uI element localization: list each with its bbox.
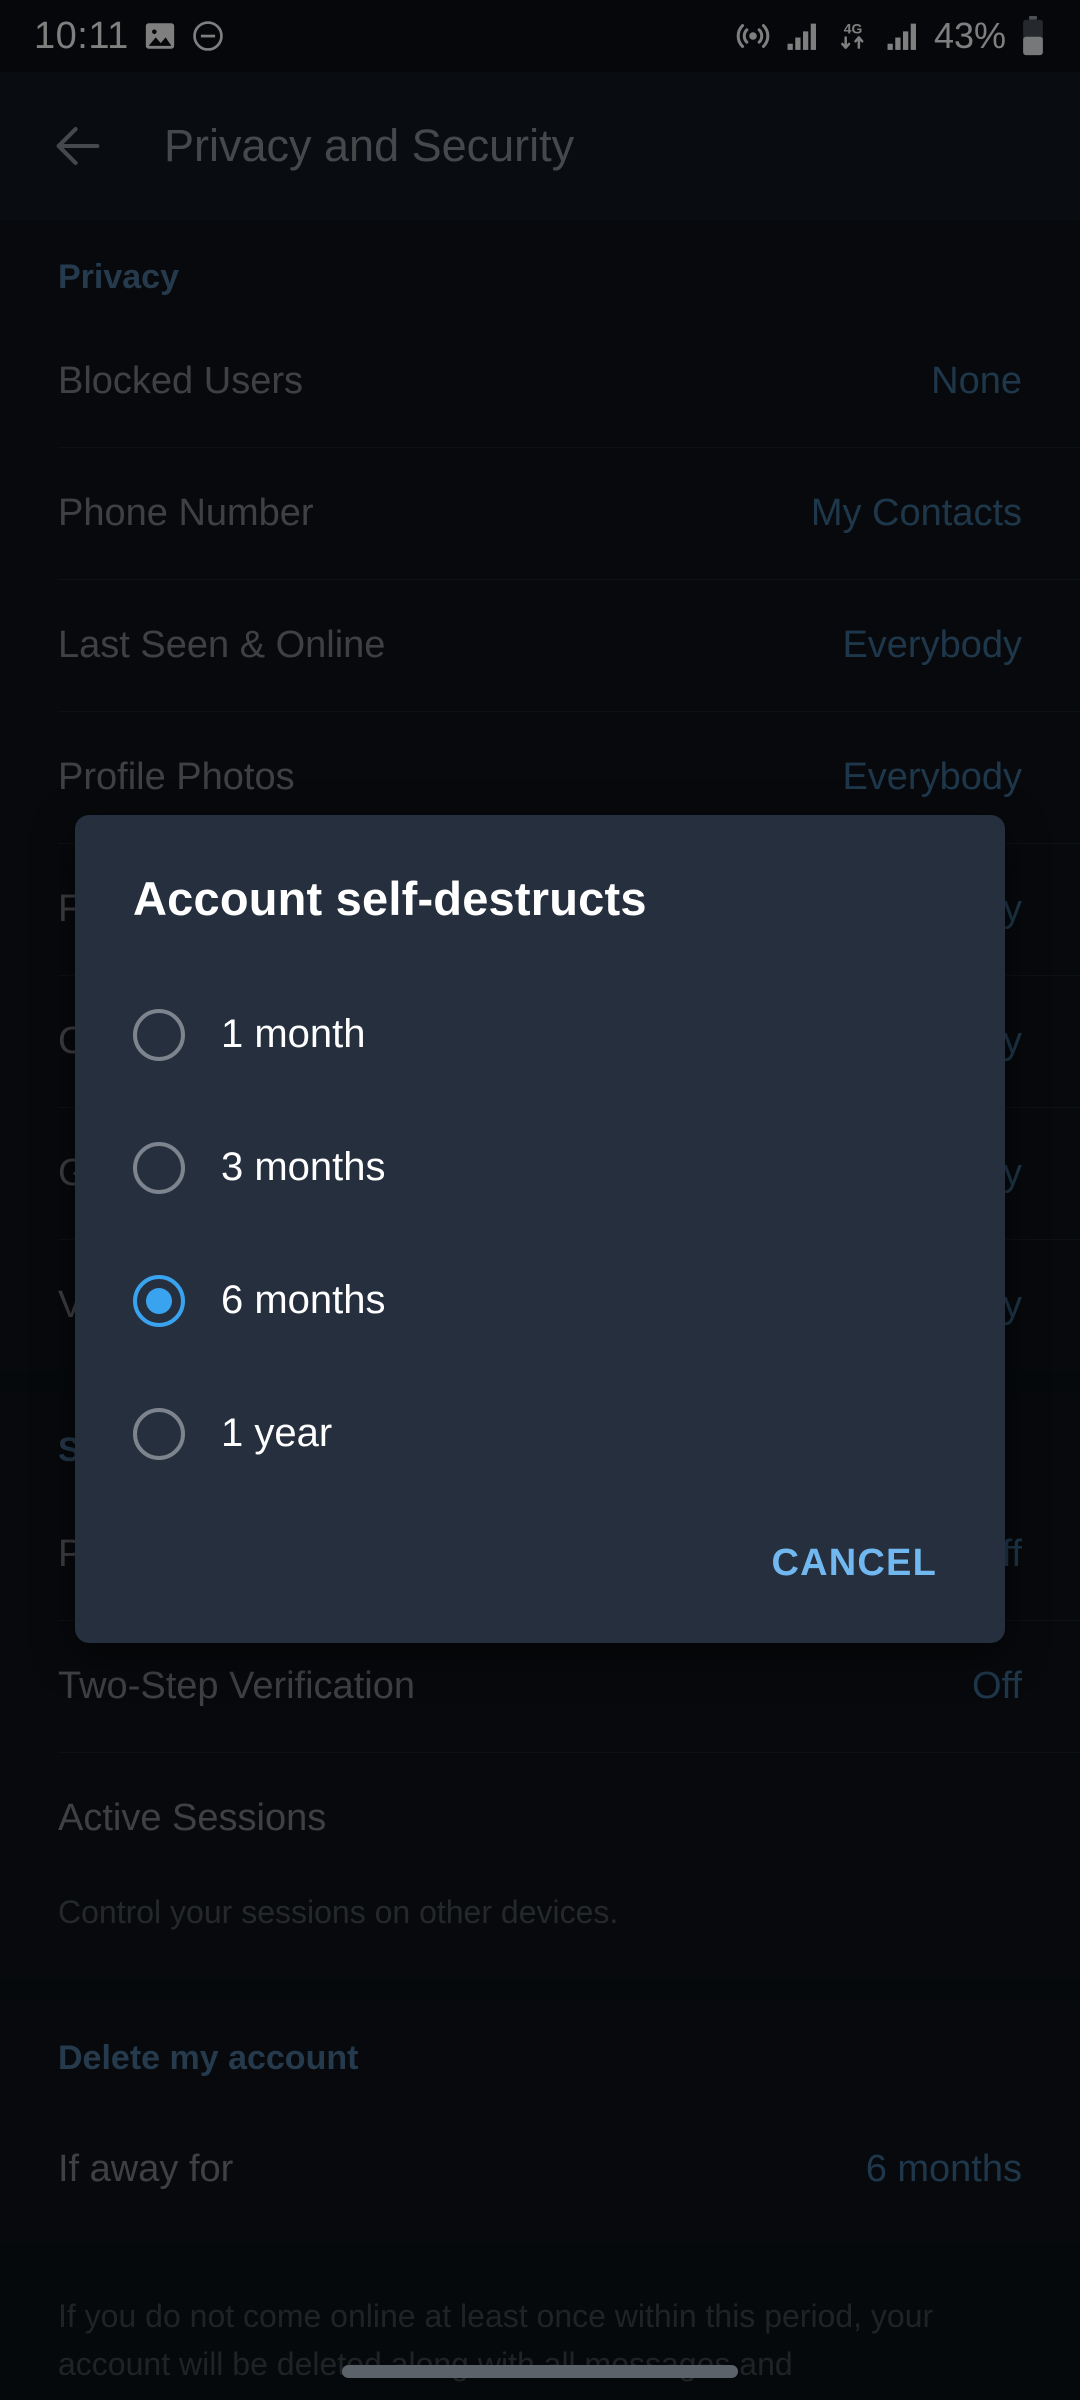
radio-icon[interactable] <box>133 1008 185 1061</box>
phone-screen: 10:11 <box>0 0 1080 2400</box>
option-label: 6 months <box>221 1278 386 1322</box>
cancel-button[interactable]: CANCEL <box>761 1528 947 1599</box>
radio-option-1-year[interactable]: 1 year <box>75 1367 1005 1500</box>
option-label: 1 month <box>221 1012 366 1056</box>
dialog-options-list: 1 month 3 months 6 months 1 year <box>75 938 1005 1510</box>
dialog-actions: CANCEL <box>75 1510 1005 1643</box>
option-label: 3 months <box>221 1145 386 1189</box>
radio-option-6-months[interactable]: 6 months <box>75 1234 1005 1367</box>
home-indicator[interactable] <box>342 2365 738 2378</box>
radio-icon[interactable] <box>133 1407 185 1460</box>
radio-option-3-months[interactable]: 3 months <box>75 1101 1005 1234</box>
dialog-title: Account self-destructs <box>133 872 647 925</box>
radio-icon-selected[interactable] <box>133 1274 185 1327</box>
radio-icon[interactable] <box>133 1141 185 1194</box>
account-self-destructs-dialog: Account self-destructs 1 month 3 months … <box>75 815 1005 1643</box>
radio-option-1-month[interactable]: 1 month <box>75 968 1005 1101</box>
option-label: 1 year <box>221 1411 333 1455</box>
